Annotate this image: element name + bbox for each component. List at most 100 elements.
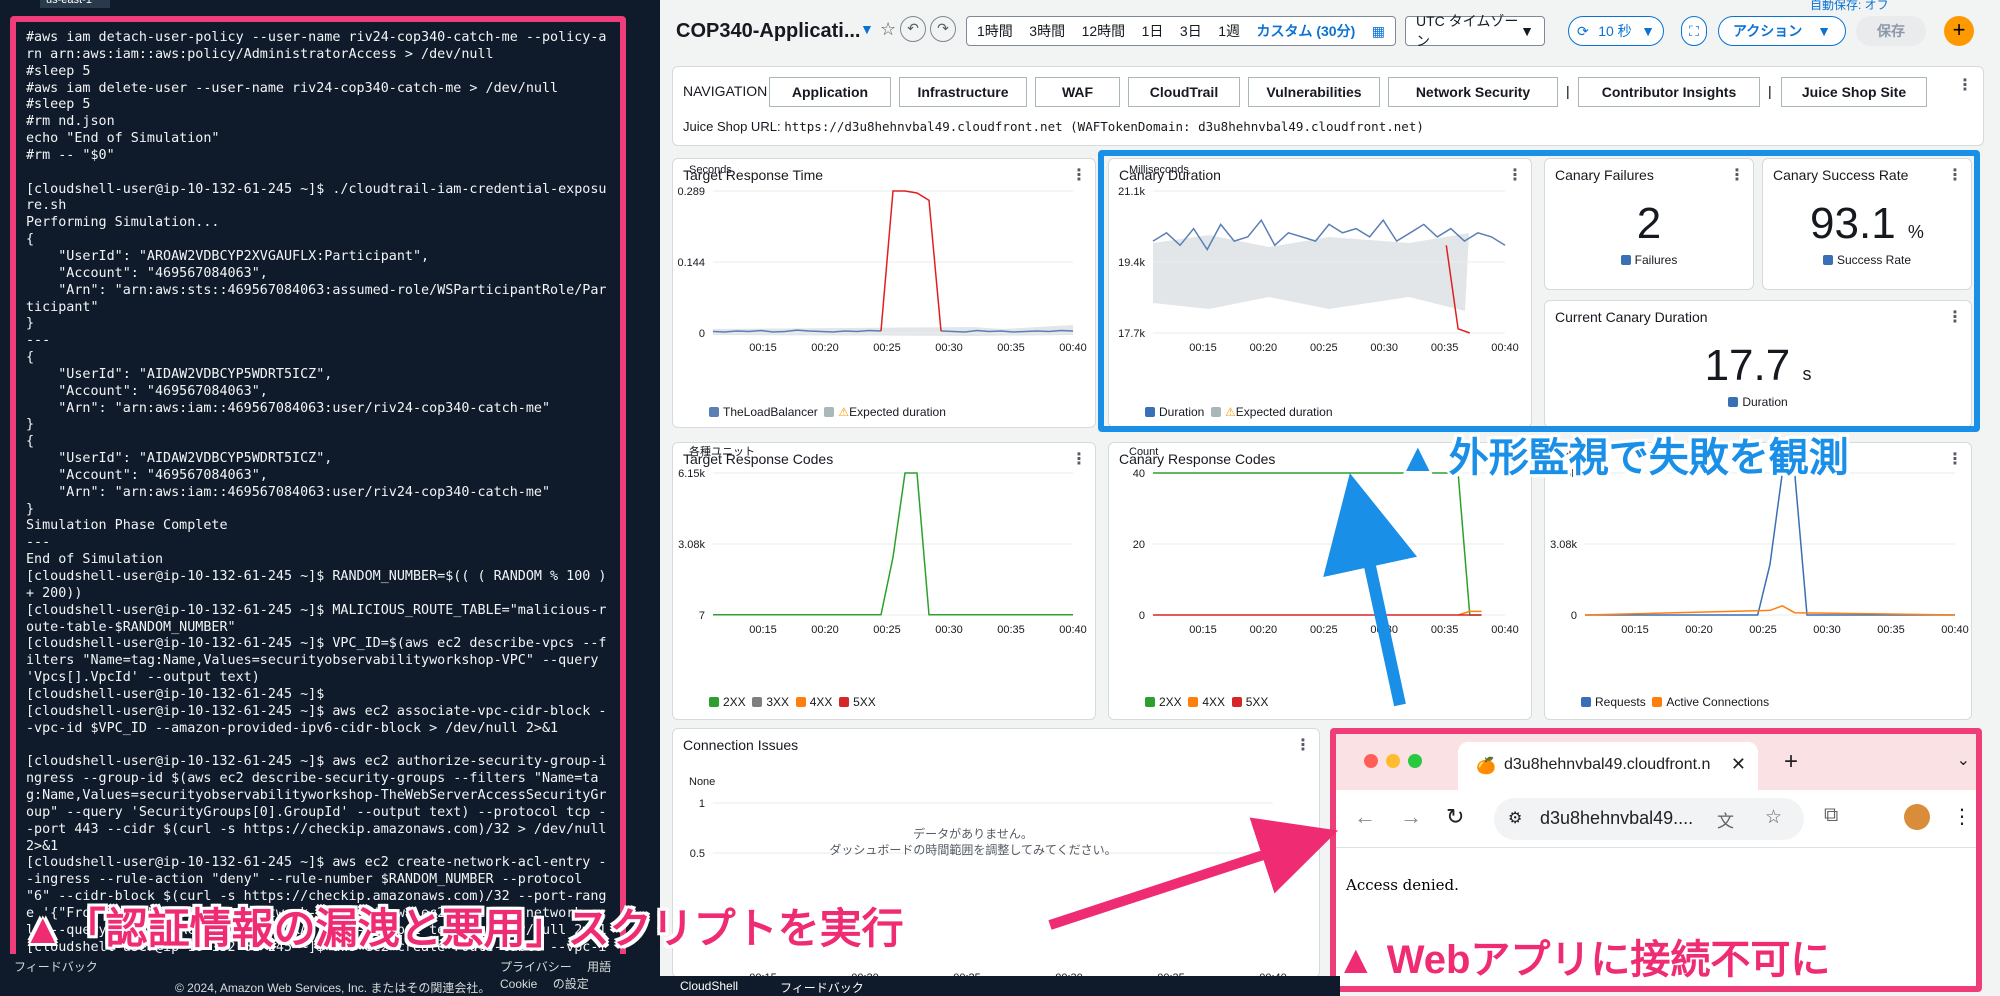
nav-vulnerabilities[interactable]: Vulnerabilities	[1248, 77, 1380, 107]
actions-label: アクション	[1733, 23, 1803, 39]
cloudshell-button[interactable]: CloudShell	[680, 979, 738, 993]
axis-unit-label: Count	[1129, 446, 1158, 458]
x-tick-label: 00:20	[1685, 624, 1713, 636]
x-tick-label: 00:25	[873, 624, 901, 636]
footer-feedback[interactable]: フィードバック	[14, 958, 98, 975]
legend-item[interactable]: 2XX	[1159, 695, 1182, 709]
browser-tab[interactable]: 🍊 d3u8hehnvbal49.cloudfront.n ✕	[1458, 742, 1758, 790]
close-tab-icon[interactable]: ✕	[1731, 754, 1746, 775]
save-button[interactable]: 保存	[1856, 16, 1926, 46]
nav-waf[interactable]: WAF	[1035, 77, 1120, 107]
address-text[interactable]: d3u8hehnvbal49....	[1540, 808, 1693, 828]
legend-item[interactable]: Requests	[1595, 695, 1646, 709]
browser-menu-icon[interactable]: ⋮	[1952, 804, 1972, 829]
favicon-icon: 🍊	[1476, 758, 1496, 775]
legend-item[interactable]: 3XX	[766, 695, 789, 709]
fullscreen-icon[interactable]: ⛶	[1681, 16, 1707, 46]
page-content: Access denied.	[1346, 876, 1459, 894]
axis-unit-label: Seconds	[689, 164, 732, 176]
tab-title: d3u8hehnvbal49.cloudfront.n	[1504, 756, 1711, 773]
chart-canary-response-codes: Count 0 20 40 00:15 00:20 00:25 00:30 00:35 00:40	[1129, 446, 1519, 636]
legend-item[interactable]: 5XX	[853, 695, 876, 709]
add-widget-icon[interactable]: +	[1944, 16, 1974, 46]
nav-cloudtrail[interactable]: CloudTrail	[1128, 77, 1240, 107]
autosave-label[interactable]: 自動保存: オフ	[1810, 0, 1889, 13]
reload-icon[interactable]: ↻	[1446, 804, 1464, 830]
feedback-link[interactable]: フィードバック	[780, 979, 864, 996]
dashboard-title: COP340-Applicati...	[676, 20, 861, 42]
axis-unit-label: 各種ユニット	[689, 444, 755, 458]
widget-connections: ⋮ Count 0 3.08k 6.16k 00:15 00:20 00:25 00:30 00…	[1544, 442, 1972, 720]
refresh-interval[interactable]: 10 秒	[1598, 21, 1631, 41]
y-tick-label: 7	[699, 610, 705, 622]
nav-infrastructure[interactable]: Infrastructure	[899, 77, 1027, 107]
caret-down-icon[interactable]: ▼	[1641, 23, 1655, 39]
annotation-web: ▲ Webアプリに接続不可に	[1336, 938, 1831, 982]
redo-icon[interactable]: ↷	[930, 16, 956, 42]
undo-icon[interactable]: ↶	[900, 16, 926, 42]
back-icon[interactable]: ←	[1354, 804, 1376, 830]
tab-list-icon[interactable]: ⌄	[1957, 750, 1970, 770]
new-tab-icon[interactable]: +	[1784, 748, 1798, 776]
bookmark-star-icon[interactable]: ☆	[1765, 806, 1782, 829]
calendar-icon[interactable]: ▦	[1372, 23, 1385, 40]
x-tick-label: 00:30	[935, 624, 963, 636]
legend-item[interactable]: Expected duration	[849, 405, 946, 419]
timezone-select[interactable]: UTC タイムゾーン ▼	[1405, 13, 1545, 49]
annotation-left: ▲「認証情報の漏洩と悪用」スクリプトを実行	[22, 905, 904, 952]
x-tick-label: 00:40	[1491, 624, 1519, 636]
x-tick-label: 00:40	[1941, 624, 1969, 636]
series-line	[880, 190, 942, 332]
close-window-icon[interactable]	[1364, 754, 1378, 768]
x-tick-label: 00:30	[1370, 624, 1398, 636]
profile-avatar[interactable]	[1904, 804, 1930, 830]
legend-item[interactable]: 4XX	[810, 695, 833, 709]
nav-juice-shop-site[interactable]: Juice Shop Site	[1781, 77, 1927, 107]
more-icon[interactable]: ⋮	[1957, 75, 1973, 95]
y-tick-label: 3.08k	[678, 539, 705, 551]
legend-item[interactable]: 4XX	[1202, 695, 1225, 709]
x-tick-label: 00:25	[873, 342, 901, 354]
footer-privacy[interactable]: プライバシー	[500, 960, 572, 974]
range-custom[interactable]: カスタム (30分)	[1256, 21, 1355, 41]
caret-down-icon: ▼	[1520, 23, 1534, 39]
legend-item[interactable]: 5XX	[1246, 695, 1269, 709]
minimize-window-icon[interactable]	[1386, 754, 1400, 768]
actions-button[interactable]: アクション ▼	[1718, 16, 1846, 46]
range-3h[interactable]: 3時間	[1029, 21, 1065, 41]
range-3d[interactable]: 3日	[1180, 21, 1202, 41]
maximize-window-icon[interactable]	[1408, 754, 1422, 768]
y-tick-label: 0.289	[677, 186, 705, 198]
extensions-icon[interactable]: ⧉	[1824, 804, 1838, 827]
juice-shop-url[interactable]: https://d3u8hehnvbal49.cloudfront.net (W…	[784, 119, 1424, 134]
cloudshell-panel: us-east-1 #aws iam detach-user-policy --…	[0, 0, 660, 996]
site-info-icon[interactable]: ⚙	[1508, 808, 1522, 828]
range-1h[interactable]: 1時間	[977, 21, 1013, 41]
star-icon[interactable]: ☆	[880, 19, 896, 40]
legend-item[interactable]: TheLoadBalancer	[723, 405, 818, 419]
refresh-control[interactable]: ⟳ 10 秒 ▼	[1568, 16, 1664, 46]
region-tab[interactable]: us-east-1	[40, 0, 110, 8]
nav-application[interactable]: Application	[769, 77, 891, 107]
url-label: Juice Shop URL:	[683, 119, 781, 134]
footer-terms[interactable]: 用語	[587, 960, 611, 974]
console-footer: フィードバック プライバシー 用語 Cookie の設定 © 2024, Ama…	[0, 954, 660, 996]
range-1w[interactable]: 1週	[1218, 21, 1240, 41]
time-range-selector[interactable]: 1時間 3時間 12時間 1日 3日 1週 カスタム (30分) ▦	[966, 16, 1396, 46]
address-bar[interactable]: ⚙ d3u8hehnvbal49.... 文 ☆	[1494, 798, 1804, 840]
legend-item[interactable]: Active Connections	[1666, 695, 1769, 709]
title-dropdown-icon[interactable]: ▼	[860, 21, 874, 37]
footer-cookie[interactable]: Cookie の設定	[500, 977, 589, 991]
nav-network-security[interactable]: Network Security	[1388, 77, 1558, 107]
nav-contributor-insights[interactable]: Contributor Insights	[1578, 77, 1760, 107]
widget-target-response-codes: Target Response Codes ⋮ 各種ユニット 7 3.08k 6.15…	[672, 442, 1096, 720]
translate-icon[interactable]: 文	[1717, 807, 1734, 832]
refresh-icon[interactable]: ⟳	[1577, 23, 1589, 40]
range-12h[interactable]: 12時間	[1082, 21, 1126, 41]
navigation-widget: NAVIGATION | Application Infrastructure …	[672, 66, 1984, 146]
forward-icon[interactable]: →	[1400, 804, 1422, 830]
x-tick-label: 00:20	[811, 624, 839, 636]
x-tick-label: 00:20	[1250, 624, 1278, 636]
range-1d[interactable]: 1日	[1142, 21, 1164, 41]
legend-item[interactable]: 2XX	[723, 695, 746, 709]
